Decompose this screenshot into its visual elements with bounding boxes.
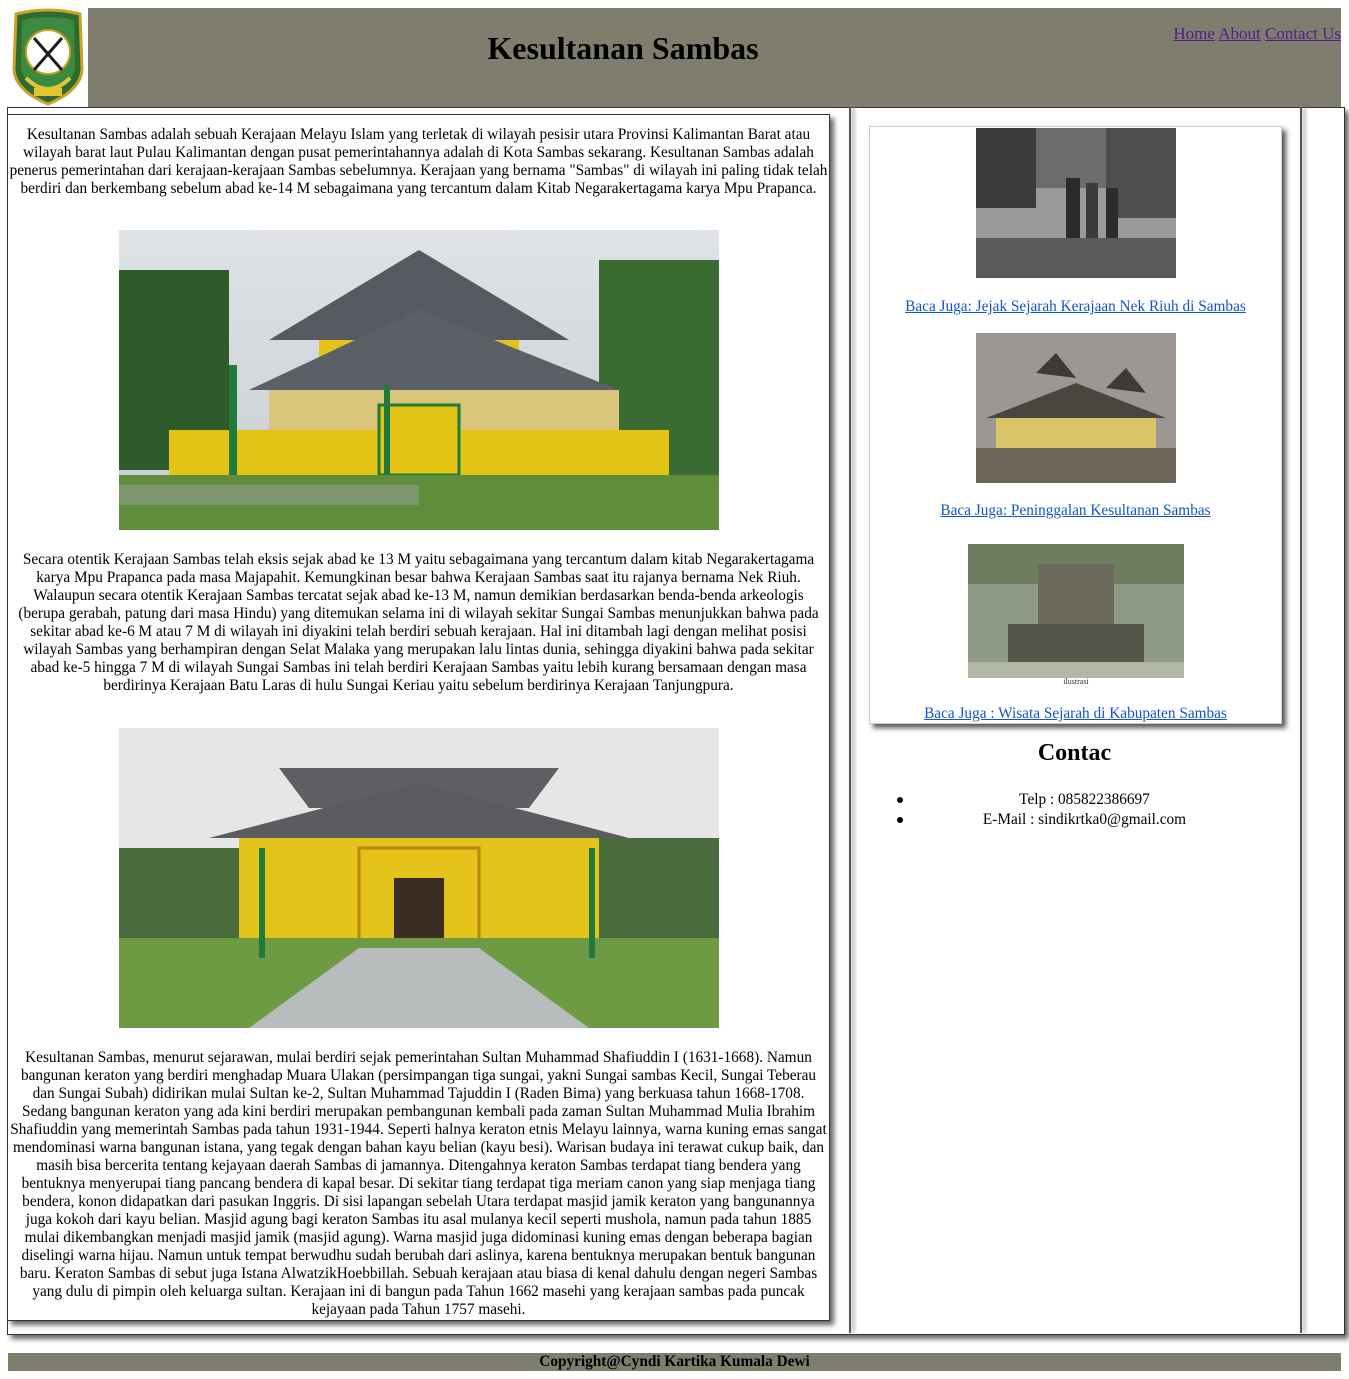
top-nav: Home About Contact Us bbox=[1173, 24, 1341, 44]
copyright-text: Copyright@Cyndi Kartika Kumala Dewi bbox=[539, 1353, 810, 1370]
contact-email: E-Mail : sindikrtka0@gmail.com bbox=[982, 811, 1187, 828]
page-title: Kesultanan Sambas bbox=[487, 30, 759, 66]
related-link-wisata[interactable]: Baca Juga : Wisata Sejarah di Kabupaten … bbox=[870, 705, 1281, 723]
contact-email-item: E-Mail : sindikrtka0@gmail.com bbox=[869, 810, 1280, 830]
historic-monument-thumbnail: ilustrasi bbox=[968, 544, 1184, 686]
contact-phone-item: Telp : 085822386697 bbox=[869, 790, 1280, 810]
article-paragraph-1: Kesultanan Sambas adalah sebuah Kerajaan… bbox=[9, 126, 828, 197]
main-article: Kesultanan Sambas adalah sebuah Kerajaan… bbox=[7, 114, 830, 1321]
article-paragraph-3: Kesultanan Sambas, menurut sejarawan, mu… bbox=[10, 1049, 827, 1318]
nav-about-link[interactable]: About bbox=[1218, 24, 1261, 43]
nav-home-link[interactable]: Home bbox=[1173, 24, 1215, 43]
column-divider bbox=[849, 107, 851, 1333]
related-link-nek-riuh[interactable]: Baca Juga: Jejak Sejarah Kerajaan Nek Ri… bbox=[870, 298, 1281, 316]
palace-gate-photo bbox=[119, 230, 719, 530]
palace-front-photo bbox=[119, 728, 719, 1028]
historic-people-thumbnail bbox=[976, 128, 1176, 278]
palace-hdr-thumbnail bbox=[976, 333, 1176, 483]
contact-list: Telp : 085822386697 E-Mail : sindikrtka0… bbox=[869, 790, 1280, 830]
nav-contact-us-link[interactable]: Contact Us bbox=[1265, 24, 1341, 43]
related-link-peninggalan[interactable]: Baca Juga: Peninggalan Kesultanan Sambas bbox=[870, 502, 1281, 520]
contact-phone: Telp : 085822386697 bbox=[1019, 791, 1150, 808]
contact-heading: Contac bbox=[1037, 740, 1112, 766]
right-column-divider bbox=[1300, 107, 1302, 1333]
bullet-icon bbox=[897, 817, 903, 823]
bullet-icon bbox=[897, 797, 903, 803]
site-footer: Copyright@Cyndi Kartika Kumala Dewi bbox=[8, 1353, 1341, 1371]
related-articles-box: Baca Juga: Jejak Sejarah Kerajaan Nek Ri… bbox=[869, 126, 1282, 724]
thumbnail-caption: ilustrasi bbox=[1063, 677, 1089, 686]
site-header: Kesultanan Sambas Home About Contact Us bbox=[8, 8, 1341, 108]
article-paragraph-2: Secara otentik Kerajaan Sambas telah eks… bbox=[18, 551, 819, 694]
